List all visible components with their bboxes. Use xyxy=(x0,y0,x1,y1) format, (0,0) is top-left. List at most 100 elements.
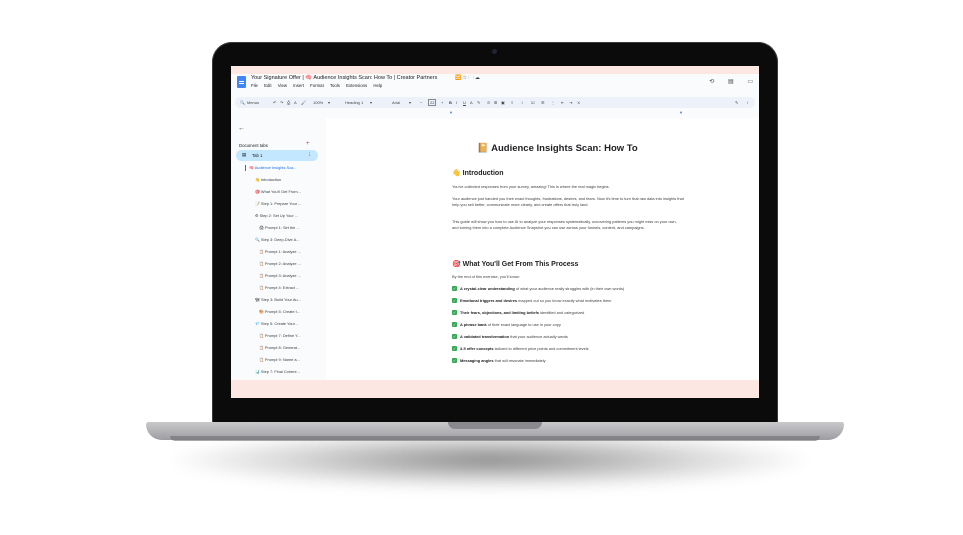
heading-what-youll-get: 🎯 What You'll Get From This Process xyxy=(452,261,579,268)
highlight-icon[interactable]: ✎ xyxy=(477,100,480,105)
editing-mode-icon[interactable]: ✎ xyxy=(735,100,738,105)
menu-file[interactable]: File xyxy=(251,83,258,88)
meet-icon[interactable]: ▭ xyxy=(747,79,753,85)
camera xyxy=(492,49,497,54)
undo-icon[interactable]: ↶ xyxy=(273,100,276,105)
menu-format[interactable]: Format xyxy=(310,83,324,88)
tab-1-label: Tab 1 xyxy=(252,153,263,158)
zoom-select[interactable]: 100% xyxy=(313,100,323,105)
intro-paragraph-3: This guide will show you how to use AI t… xyxy=(452,219,677,230)
more-options-icon[interactable]: ⋮ xyxy=(308,152,313,158)
tab-1[interactable]: ▤ Tab 1 ⋮ xyxy=(236,150,318,161)
outline-item[interactable]: 🔍 Step 3: Deep-Dive A... xyxy=(255,237,299,242)
menu-help[interactable]: Help xyxy=(373,83,382,88)
exercise-intro: By the end of this exercise, you'll know… xyxy=(452,274,520,279)
history-icon[interactable]: ⟲ xyxy=(709,79,714,85)
bullet-list-icon[interactable]: ☰ xyxy=(541,100,545,105)
align-icon[interactable]: ≡ xyxy=(511,100,513,105)
decrease-size-icon[interactable]: − xyxy=(420,100,422,105)
checkmark-icon: ✓ xyxy=(452,358,457,364)
outline-item[interactable]: 📋 Prompt 4: Extract ... xyxy=(259,285,299,290)
outline-item[interactable]: 🧠 Audience Insights Sca... xyxy=(249,165,296,170)
redo-icon[interactable]: ↷ xyxy=(280,100,283,105)
outline-item[interactable]: 📋 Prompt 2: Analyze ... xyxy=(259,261,301,266)
title-action-icons[interactable]: 🔀 ☆ 🗀 ☁ xyxy=(455,75,480,83)
list-item: ✓ Emotional triggers and desires mapped o… xyxy=(452,298,612,304)
ruler-left-indent[interactable]: ▼ xyxy=(449,110,453,115)
add-tab-icon[interactable]: + xyxy=(306,141,310,147)
indent-less-icon[interactable]: ⇤ xyxy=(561,100,564,105)
back-arrow-icon[interactable]: ← xyxy=(238,125,245,132)
font-size-input[interactable]: 22 xyxy=(428,99,437,106)
menu-extensions[interactable]: Extensions xyxy=(346,83,367,88)
docs-titlebar: Your Signature Offer | 🧠 Audience Insigh… xyxy=(231,74,759,96)
ruler-right-indent[interactable]: ▼ xyxy=(679,110,683,115)
style-select[interactable]: Heading 1 xyxy=(345,100,363,105)
list-item-bold: A crystal-clear understanding xyxy=(460,286,515,291)
list-item-text: tailored to different price points and c… xyxy=(493,346,589,351)
link-icon[interactable]: ⊝ xyxy=(487,100,490,105)
chevron-down-icon: ▾ xyxy=(328,100,331,105)
outline-item[interactable]: 💎 Step 5: Create Your... xyxy=(255,321,298,326)
menu-edit[interactable]: Edit xyxy=(264,83,271,88)
laptop-notch xyxy=(448,422,542,429)
laptop-screen: Your Signature Offer | 🧠 Audience Insigh… xyxy=(231,66,759,398)
print-icon[interactable]: ⎙ xyxy=(287,100,290,105)
numbered-list-icon[interactable]: ⋮ xyxy=(551,100,555,105)
comment-icon[interactable]: ⊞ xyxy=(494,100,497,105)
outline-item[interactable]: 📋 Prompt 9: Name a... xyxy=(259,357,300,362)
outline-item[interactable]: 👋 Introduction xyxy=(255,177,281,182)
comments-icon[interactable]: ▤ xyxy=(728,79,734,85)
font-select[interactable]: Arial xyxy=(392,100,400,105)
list-item-text: of their exact language to use in your c… xyxy=(486,322,561,327)
laptop-lid: Your Signature Offer | 🧠 Audience Insigh… xyxy=(212,42,778,426)
outline-active-indicator xyxy=(245,165,246,171)
checkmark-icon: ✓ xyxy=(452,298,457,304)
outline-item[interactable]: 📋 Prompt 1: Analyze ... xyxy=(259,249,301,254)
list-item-bold: 3-5 offer concepts xyxy=(460,346,494,351)
list-item-text: identified and categorized xyxy=(538,310,585,315)
menu-view[interactable]: View xyxy=(278,83,287,88)
pen-icon[interactable]: / xyxy=(747,100,748,105)
tab-icon: ▤ xyxy=(242,152,247,157)
list-item-text: of what your audience really struggles w… xyxy=(514,286,625,291)
indent-more-icon[interactable]: ⇥ xyxy=(569,100,572,105)
paint-format-icon[interactable]: 🖌 xyxy=(301,100,306,105)
docs-logo-icon[interactable] xyxy=(237,76,246,88)
outline-item[interactable]: 📊 Step 7: Final Cohere... xyxy=(255,369,300,374)
outline-item[interactable]: 📋 Prompt 8: Generat... xyxy=(259,345,300,350)
list-item: ✓ 3-5 offer concepts tailored to differen… xyxy=(452,346,589,352)
page-title: 📔 Audience Insights Scan: How To xyxy=(477,143,638,154)
italic-icon[interactable]: I xyxy=(456,100,457,105)
document-tabs-sidebar: ← Document tabs + ▤ Tab 1 ⋮ 🧠 Audience I… xyxy=(231,118,321,398)
clear-formatting-icon[interactable]: ⨯ xyxy=(577,100,580,105)
outline-item[interactable]: ⚙ Step 2: Set Up Your ... xyxy=(255,213,298,218)
checklist-icon[interactable]: ☑ xyxy=(531,100,535,105)
image-icon[interactable]: ▣ xyxy=(501,100,505,105)
outline-item[interactable]: 📝 Step 1: Prepare Your ... xyxy=(255,201,301,206)
menu-tools[interactable]: Tools xyxy=(330,83,340,88)
document-title[interactable]: Your Signature Offer | 🧠 Audience Insigh… xyxy=(251,75,437,81)
text-color-icon[interactable]: A xyxy=(470,100,473,105)
line-spacing-icon[interactable]: ↕ xyxy=(521,100,523,105)
outline-item[interactable]: 📋 Prompt 7: Define Y... xyxy=(259,333,300,338)
outline-item[interactable]: 🏗 Step 3: Build Your Au... xyxy=(255,297,301,302)
outline-item[interactable]: 🎨 Prompt 5: Create t... xyxy=(259,309,300,314)
search-menus-icon[interactable]: 🔍 xyxy=(240,100,245,105)
list-item-bold: A validated transformation xyxy=(460,334,510,339)
outline-item[interactable]: 🖨 Prompt 1: Set the ... xyxy=(259,225,300,230)
list-item-text: that your audience actually wants xyxy=(509,334,568,339)
increase-size-icon[interactable]: + xyxy=(441,100,443,105)
list-item-bold: Messaging angles xyxy=(460,358,494,363)
outline-item[interactable]: 📋 Prompt 3: Analyze ... xyxy=(259,273,301,278)
list-item-text: mapped out so you know exactly what moti… xyxy=(517,298,612,303)
document-page[interactable]: 📔 Audience Insights Scan: How To 👋 Intro… xyxy=(326,118,759,398)
menu-insert[interactable]: Insert xyxy=(293,83,304,88)
spellcheck-icon[interactable]: A xyxy=(294,100,297,105)
underline-icon[interactable]: U xyxy=(463,100,466,105)
menus-search[interactable]: Menus xyxy=(247,100,259,105)
outline-item[interactable]: 🎯 What You'll Get From... xyxy=(255,189,301,194)
formatting-toolbar: 🔍 Menus ↶ ↷ ⎙ A 🖌 100% ▾ Heading 1 ▾ Ari… xyxy=(235,97,755,108)
checkmark-icon: ✓ xyxy=(452,334,457,340)
bold-icon[interactable]: B xyxy=(449,100,452,105)
